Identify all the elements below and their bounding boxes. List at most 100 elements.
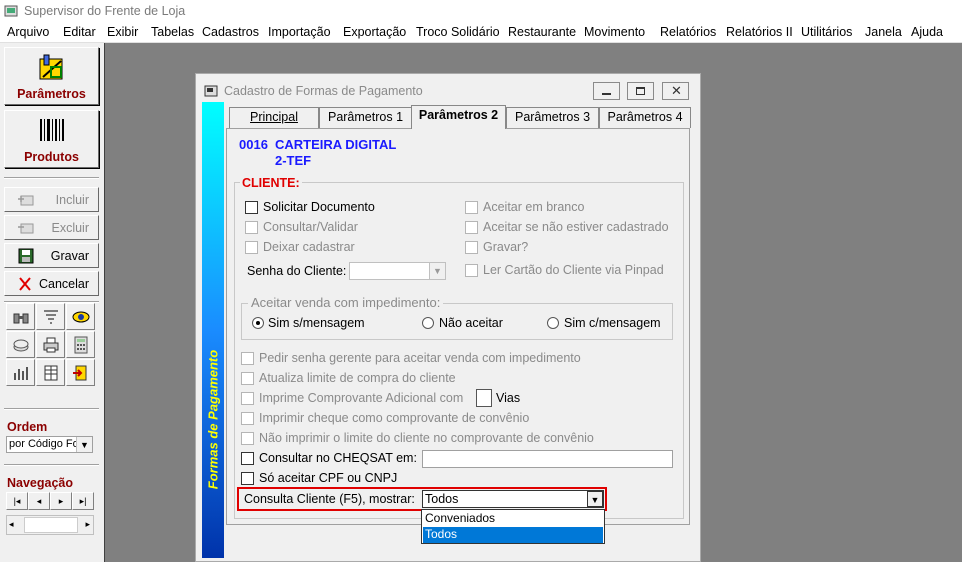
tape-button[interactable] bbox=[6, 331, 35, 358]
menu-movimento[interactable]: Movimento bbox=[584, 25, 645, 39]
parametros-button[interactable]: Parâmetros bbox=[4, 47, 99, 105]
menu-relatorios[interactable]: Relatórios bbox=[660, 25, 716, 39]
tab-parametros-1[interactable]: Parâmetros 1 bbox=[319, 107, 412, 128]
ler-cartao-label: Ler Cartão do Cliente via Pinpad bbox=[483, 263, 664, 277]
excluir-label: Excluir bbox=[51, 221, 89, 235]
tab-label: Parâmetros 2 bbox=[418, 108, 499, 122]
imprime-comprovante-checkbox[interactable] bbox=[241, 392, 254, 405]
consultar-validar-checkbox[interactable] bbox=[245, 221, 258, 234]
cancelar-label: Cancelar bbox=[38, 277, 89, 291]
aceitar-nao-cadastrado-checkbox[interactable] bbox=[465, 221, 478, 234]
gravar-checkbox[interactable] bbox=[465, 241, 478, 254]
menu-relatorios-ii[interactable]: Relatórios II bbox=[726, 25, 793, 39]
tab-parametros-2[interactable]: Parâmetros 2 bbox=[411, 105, 506, 129]
barcode-icon bbox=[40, 119, 64, 141]
menu-exportacao[interactable]: Exportação bbox=[343, 25, 406, 39]
scroll-thumb[interactable] bbox=[24, 517, 78, 533]
close-button[interactable]: ✕ bbox=[662, 82, 689, 100]
nav-last-button[interactable]: ▸| bbox=[72, 492, 94, 510]
menu-importacao[interactable]: Importação bbox=[268, 25, 331, 39]
menu-tabelas[interactable]: Tabelas bbox=[151, 25, 194, 39]
parametros-label: Parâmetros bbox=[17, 87, 86, 101]
consulta-cliente-select[interactable]: Todos ▼ bbox=[422, 490, 604, 508]
sidebar-divider bbox=[4, 408, 99, 410]
pedir-senha-checkbox[interactable] bbox=[241, 352, 254, 365]
filter-icon bbox=[44, 310, 58, 324]
nav-next-button[interactable]: ▸ bbox=[50, 492, 72, 510]
nao-imprimir-limite-checkbox[interactable] bbox=[241, 432, 254, 445]
minimize-button[interactable] bbox=[593, 82, 620, 100]
nao-imprimir-limite-label: Não imprimir o limite do cliente no comp… bbox=[259, 431, 594, 445]
nav-first-button[interactable]: |◂ bbox=[6, 492, 28, 510]
tab-parametros-3[interactable]: Parâmetros 3 bbox=[506, 107, 599, 128]
calculator-button[interactable] bbox=[66, 331, 95, 358]
consultar-validar-label: Consultar/Validar bbox=[263, 220, 358, 234]
imprimir-cheque-checkbox[interactable] bbox=[241, 412, 254, 425]
impedimento-group-title: Aceitar venda com impedimento: bbox=[248, 295, 444, 310]
sidebar-divider bbox=[4, 177, 99, 179]
aceitar-nao-cadastrado-label: Aceitar se não estiver cadastrado bbox=[483, 220, 669, 234]
tab-parametros-4[interactable]: Parâmetros 4 bbox=[599, 107, 691, 128]
radio-nao-aceitar[interactable] bbox=[422, 317, 434, 329]
consulta-cliente-label: Consulta Cliente (F5), mostrar: bbox=[244, 492, 415, 506]
side-caption-bar: Formas de Pagamento bbox=[202, 102, 224, 558]
ordem-value: por Código Fo bbox=[9, 438, 79, 450]
radio-sim-c-mensagem[interactable] bbox=[547, 317, 559, 329]
senha-cliente-select[interactable]: ▼ bbox=[349, 262, 446, 280]
menu-restaurante[interactable]: Restaurante bbox=[508, 25, 576, 39]
consultar-cheqsat-checkbox[interactable] bbox=[241, 452, 254, 465]
menu-utilitarios[interactable]: Utilitários bbox=[801, 25, 852, 39]
menu-ajuda[interactable]: Ajuda bbox=[911, 25, 943, 39]
pedir-senha-label: Pedir senha gerente para aceitar venda c… bbox=[259, 351, 581, 365]
nav-scrollbar[interactable]: ◂ ▸ bbox=[6, 515, 94, 535]
binoculars-button[interactable] bbox=[6, 303, 35, 330]
ordem-select[interactable]: por Código Fo ▼ bbox=[6, 436, 93, 453]
eye-icon bbox=[72, 311, 90, 323]
so-aceitar-cpf-checkbox[interactable] bbox=[241, 472, 254, 485]
side-caption: Formas de Pagamento bbox=[205, 349, 221, 490]
dropdown-option-conveniados[interactable]: Conveniados bbox=[423, 511, 603, 527]
senha-cliente-label: Senha do Cliente: bbox=[247, 264, 347, 278]
menu-editar[interactable]: Editar bbox=[63, 25, 96, 39]
dropdown-option-todos[interactable]: Todos bbox=[423, 527, 603, 543]
app-title-bar: Supervisor do Frente de Loja bbox=[0, 0, 962, 23]
excluir-button[interactable]: Excluir bbox=[4, 215, 99, 240]
navegacao-label: Navegação bbox=[7, 476, 74, 490]
nav-prev-button[interactable]: ◂ bbox=[28, 492, 50, 510]
view-button[interactable] bbox=[66, 303, 95, 330]
vias-label: Vias bbox=[496, 391, 521, 405]
produtos-button[interactable]: Produtos bbox=[4, 110, 99, 168]
menu-arquivo[interactable]: Arquivo bbox=[7, 25, 49, 39]
ler-cartao-checkbox[interactable] bbox=[465, 264, 478, 277]
cheqsat-input[interactable] bbox=[422, 450, 673, 468]
gravar-button[interactable]: Gravar bbox=[4, 243, 99, 268]
payment-name: CARTEIRA DIGITAL bbox=[275, 137, 397, 152]
imprimir-cheque-label: Imprimir cheque como comprovante de conv… bbox=[259, 411, 530, 425]
menu-troco-solidario[interactable]: Troco Solidário bbox=[416, 25, 500, 39]
atualiza-limite-checkbox[interactable] bbox=[241, 372, 254, 385]
vias-input[interactable] bbox=[476, 389, 492, 407]
delete-record-icon bbox=[18, 223, 34, 234]
menu-exibir[interactable]: Exibir bbox=[107, 25, 138, 39]
incluir-button[interactable]: Incluir bbox=[4, 187, 99, 212]
exit-button[interactable] bbox=[66, 359, 95, 386]
tab-principal[interactable]: Principal bbox=[229, 107, 319, 128]
document-button[interactable] bbox=[36, 359, 65, 386]
radio-nao-aceitar-label: Não aceitar bbox=[439, 316, 503, 330]
parameters-icon bbox=[39, 54, 63, 80]
cancelar-button[interactable]: Cancelar bbox=[4, 271, 99, 296]
deixar-cadastrar-checkbox[interactable] bbox=[245, 241, 258, 254]
menu-janela[interactable]: Janela bbox=[865, 25, 902, 39]
print-button[interactable] bbox=[36, 331, 65, 358]
menu-cadastros[interactable]: Cadastros bbox=[202, 25, 259, 39]
radio-sim-s-mensagem[interactable] bbox=[252, 317, 264, 329]
filter-button[interactable] bbox=[36, 303, 65, 330]
so-aceitar-cpf-label: Só aceitar CPF ou CNPJ bbox=[259, 471, 398, 485]
restore-button[interactable] bbox=[627, 82, 654, 100]
sidebar-divider bbox=[4, 464, 99, 466]
incluir-label: Incluir bbox=[55, 193, 89, 207]
tab-label: Parâmetros 3 bbox=[514, 110, 591, 124]
aceitar-branco-checkbox[interactable] bbox=[465, 201, 478, 214]
solicitar-documento-checkbox[interactable] bbox=[245, 201, 258, 214]
chart-button[interactable] bbox=[6, 359, 35, 386]
